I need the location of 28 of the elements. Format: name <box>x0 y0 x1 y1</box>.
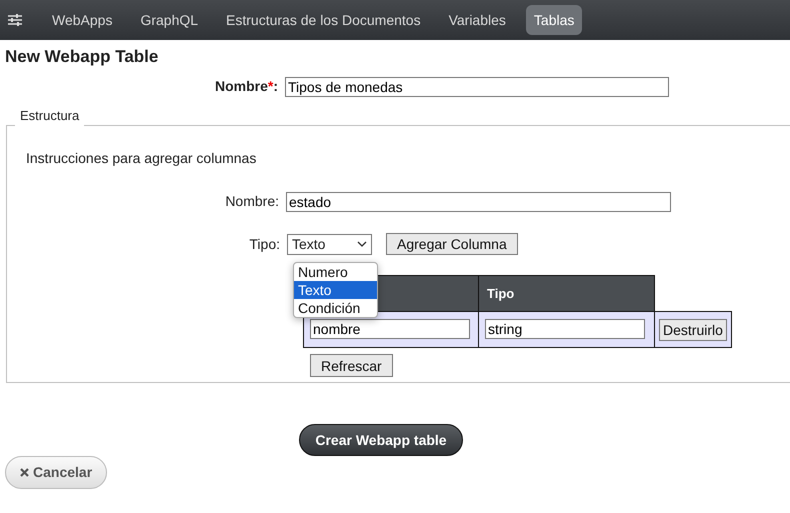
header-cell: Tipo <box>478 276 654 312</box>
instructions-text: Instrucciones para agregar columnas <box>26 149 258 168</box>
field-label: Tipo: <box>249 236 280 252</box>
column-name-input[interactable]: estado <box>286 192 671 212</box>
cancel-button[interactable]: Cancelar <box>5 456 108 489</box>
nav-tab[interactable]: Variables <box>440 5 514 35</box>
caret-icon <box>357 241 367 247</box>
dropdown-option[interactable]: Texto <box>294 281 377 299</box>
settings-icon[interactable] <box>8 14 22 26</box>
nav-tab[interactable]: Estructuras de los Documentos <box>218 5 429 35</box>
type-select[interactable]: Texto <box>287 234 372 254</box>
dropdown-option[interactable]: Condición <box>294 299 377 317</box>
fieldset-legend: Estructura <box>15 108 84 124</box>
nav-tab[interactable]: WebApps <box>44 5 120 35</box>
add-column-button[interactable]: Agregar Columna <box>386 233 518 255</box>
close-icon <box>20 468 29 477</box>
create-button[interactable]: Crear Webapp table <box>299 424 463 456</box>
cell-input[interactable]: nombre <box>310 319 470 339</box>
name-input[interactable]: Tipos de monedas <box>285 76 669 96</box>
field-label: Nombre: <box>225 193 279 209</box>
destroy-button[interactable]: Destruirlo <box>659 318 727 340</box>
nav-tab[interactable]: Tablas <box>526 5 582 35</box>
nav-tab[interactable]: GraphQL <box>132 5 206 35</box>
cell-input[interactable]: string <box>485 319 645 339</box>
field-label: Nombre*: <box>214 78 278 94</box>
refresh-button[interactable]: Refrescar <box>310 354 393 377</box>
page-title: New Webapp Table <box>5 47 160 67</box>
dropdown-option[interactable]: Numero <box>294 263 377 281</box>
